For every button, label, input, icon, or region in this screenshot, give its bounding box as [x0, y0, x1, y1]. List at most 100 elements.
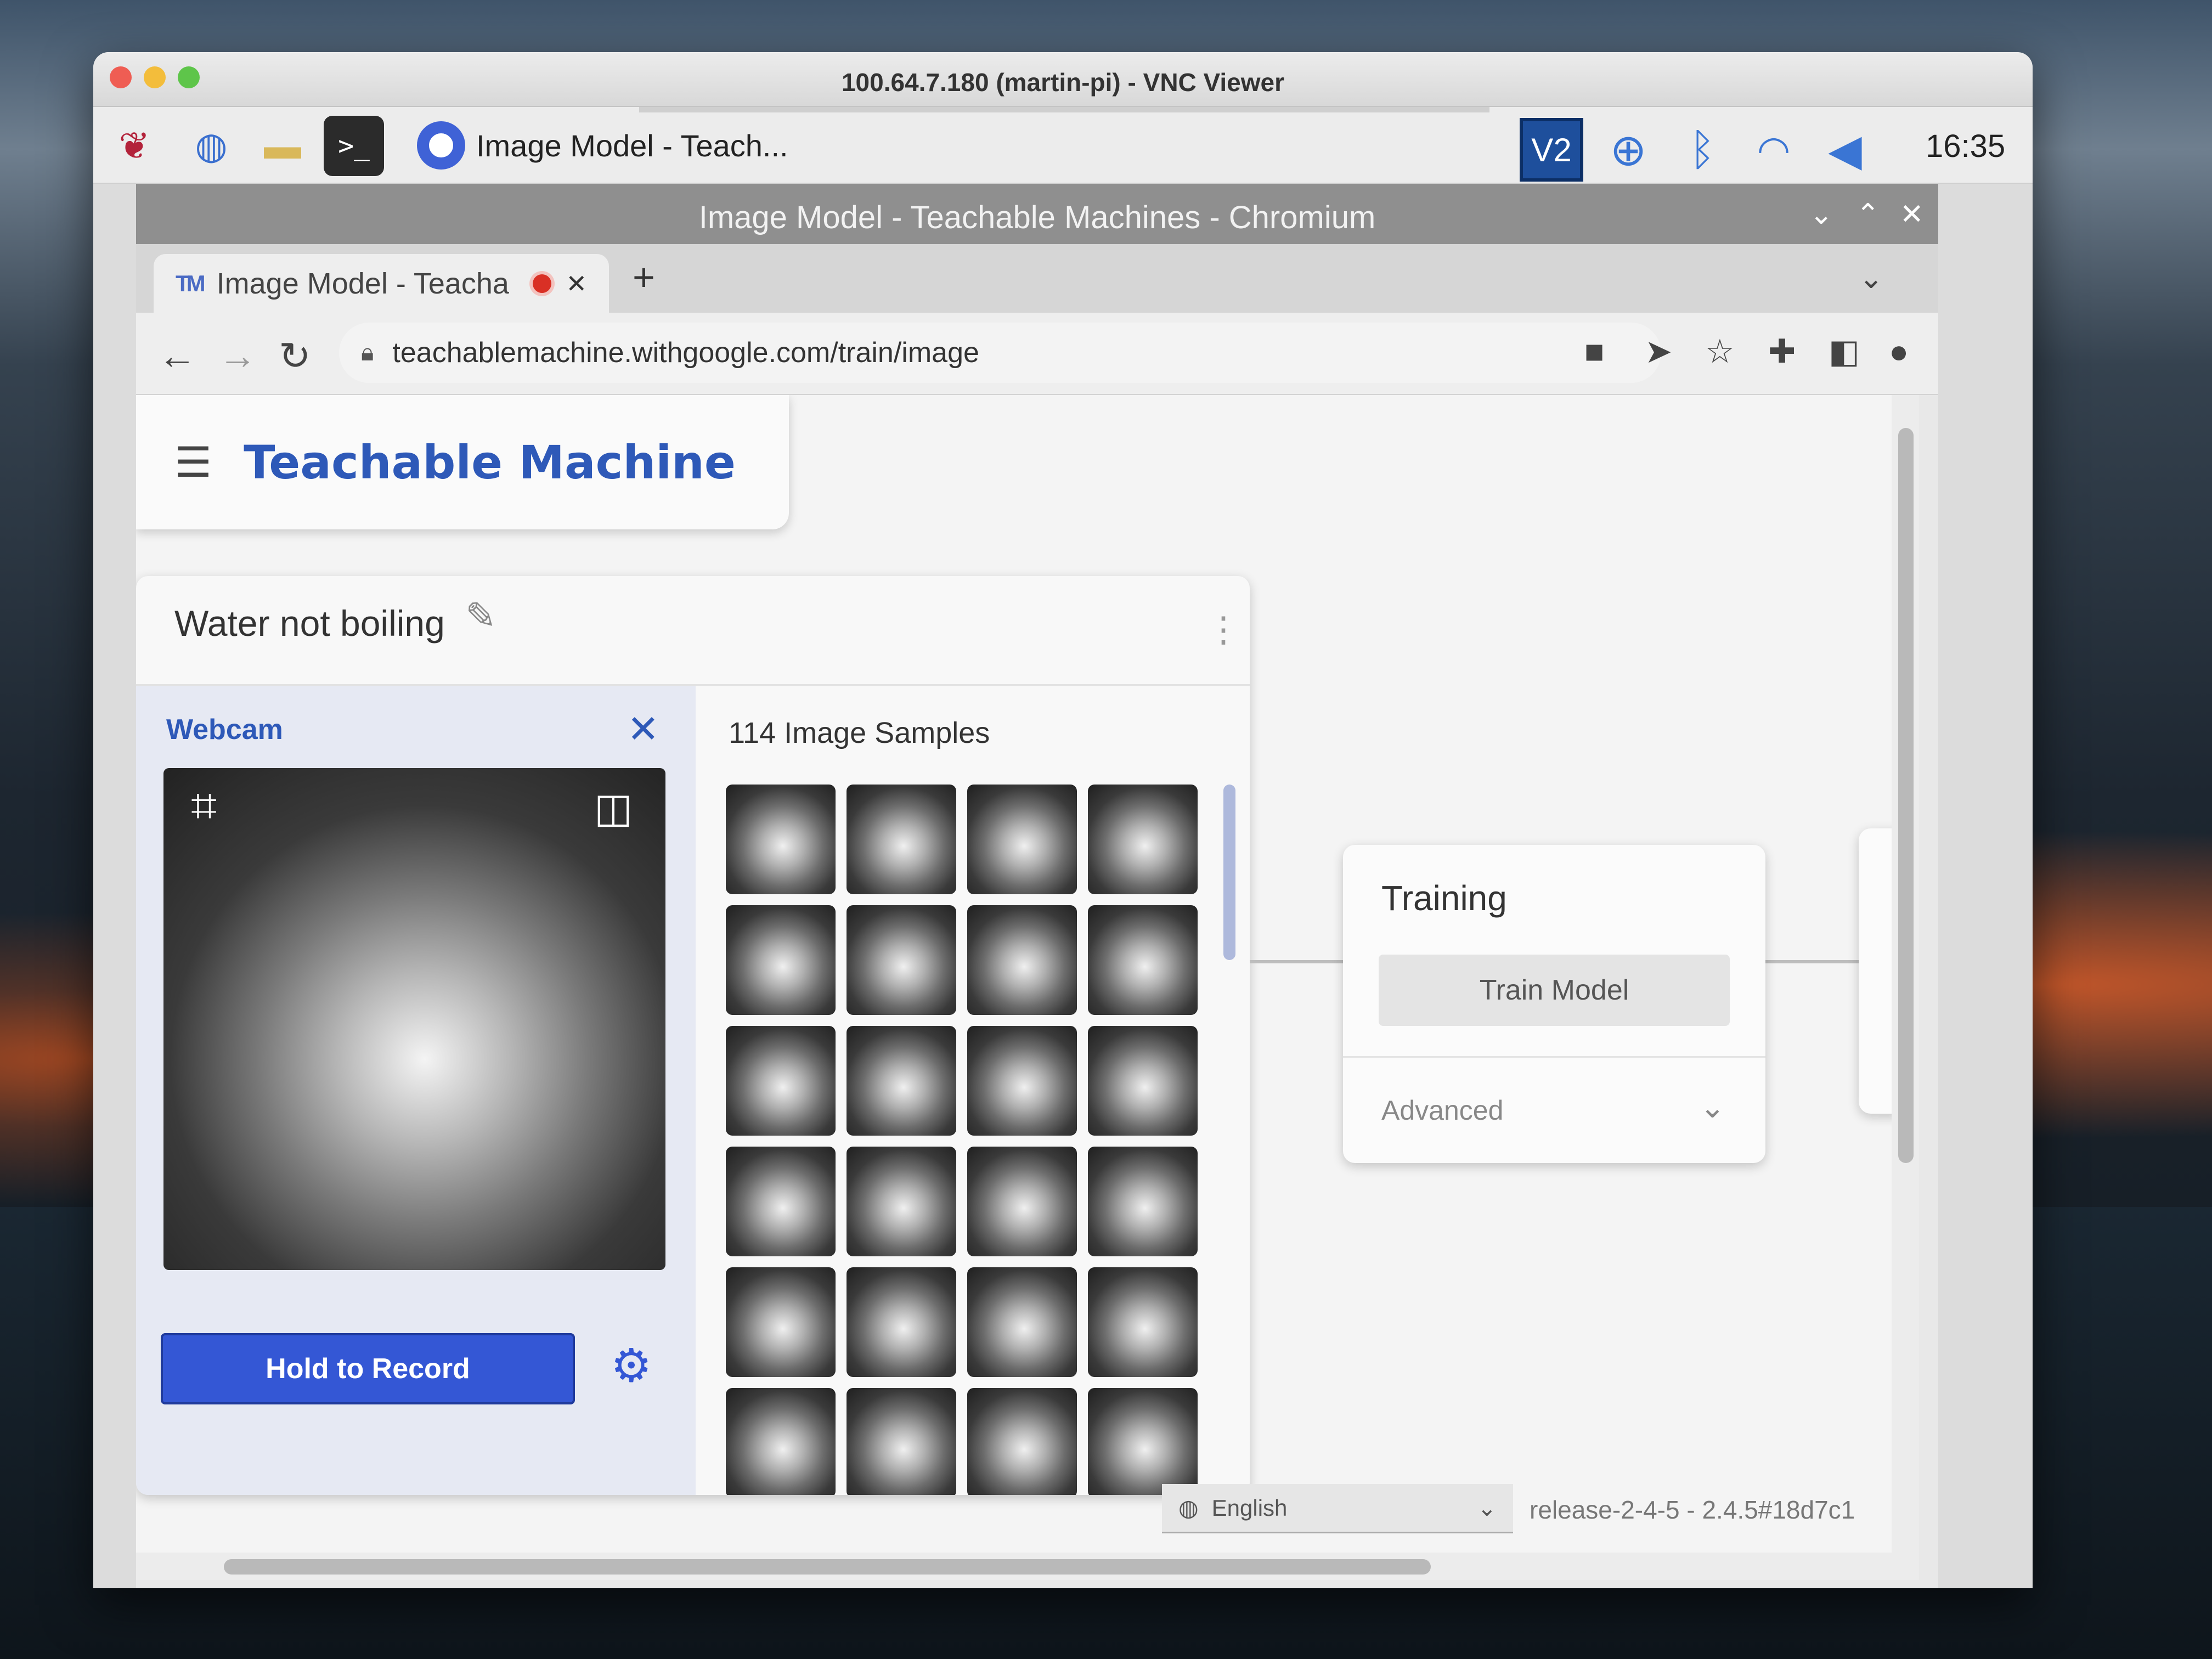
- sample-thumbnail[interactable]: [967, 1026, 1077, 1136]
- sample-thumbnail[interactable]: [1088, 1147, 1198, 1256]
- folder-icon[interactable]: ▬: [252, 116, 313, 176]
- new-tab-button[interactable]: +: [633, 255, 655, 299]
- globe-icon[interactable]: ◍: [181, 116, 241, 176]
- terminal-icon[interactable]: >_: [324, 116, 384, 176]
- connector-line: [1765, 960, 1859, 963]
- close-webcam-icon[interactable]: ✕: [627, 707, 659, 752]
- samples-grid: [726, 785, 1203, 1495]
- chromium-title-bar[interactable]: Image Model - Teachable Machines - Chrom…: [136, 184, 1938, 244]
- star-icon[interactable]: ☆: [1705, 332, 1735, 371]
- chromium-window: Image Model - Teachable Machines - Chrom…: [136, 184, 1938, 1588]
- samples-scrollbar[interactable]: [1223, 785, 1235, 960]
- sample-thumbnail[interactable]: [847, 785, 956, 894]
- taskbar-app-label: Image Model - Teach...: [476, 128, 788, 163]
- extensions-icon[interactable]: ✚: [1768, 332, 1796, 371]
- download-icon[interactable]: ⊕: [1596, 118, 1660, 182]
- advanced-toggle[interactable]: Advanced: [1381, 1094, 1503, 1126]
- train-model-button[interactable]: Train Model: [1379, 955, 1730, 1026]
- language-select[interactable]: ◍ English ⌄: [1162, 1484, 1513, 1533]
- vnc-title-bar[interactable]: 100.64.7.180 (martin-pi) - VNC Viewer: [93, 52, 2033, 107]
- sample-thumbnail[interactable]: [1088, 905, 1198, 1015]
- webcam-label: Webcam: [166, 714, 283, 746]
- close-icon[interactable]: ✕: [1900, 198, 1924, 231]
- class-name[interactable]: Water not boiling: [174, 602, 445, 644]
- tab-title: Image Model - Teacha: [216, 267, 509, 300]
- hold-to-record-button[interactable]: Hold to Record: [161, 1333, 575, 1404]
- sample-thumbnail[interactable]: [967, 1147, 1077, 1256]
- sample-thumbnail[interactable]: [847, 1388, 956, 1495]
- horizontal-scrollbar[interactable]: [136, 1553, 1919, 1580]
- camera-icon[interactable]: ■: [1584, 332, 1604, 370]
- send-icon[interactable]: ➤: [1645, 332, 1672, 371]
- pencil-icon[interactable]: ✎: [465, 595, 496, 638]
- browser-toolbar: ← → ↻ 🔒︎ teachablemachine.withgoogle.com…: [136, 313, 1938, 395]
- horizontal-scrollbar-thumb[interactable]: [224, 1559, 1431, 1575]
- sample-thumbnail[interactable]: [726, 785, 836, 894]
- hamburger-icon[interactable]: ☰: [174, 438, 212, 487]
- address-bar[interactable]: 🔒︎ teachablemachine.withgoogle.com/train…: [339, 323, 1661, 383]
- sample-thumbnail[interactable]: [726, 1147, 836, 1256]
- sample-thumbnail[interactable]: [847, 1026, 956, 1136]
- webcam-preview: ⌗ ◫: [163, 768, 665, 1270]
- sample-thumbnail[interactable]: [1088, 1388, 1198, 1495]
- bluetooth-icon[interactable]: ᛒ: [1671, 118, 1734, 182]
- sample-thumbnail[interactable]: [1088, 1026, 1198, 1136]
- sample-thumbnail[interactable]: [967, 1388, 1077, 1495]
- sample-thumbnail[interactable]: [967, 1267, 1077, 1377]
- language-value: English: [1211, 1494, 1288, 1521]
- chromium-icon: [417, 121, 465, 170]
- chevron-down-icon: ⌄: [1477, 1495, 1497, 1521]
- sample-thumbnail[interactable]: [967, 905, 1077, 1015]
- crop-icon[interactable]: ⌗: [191, 779, 217, 833]
- taskbar-active-bar: [639, 107, 1489, 112]
- chromium-window-title: Image Model - Teachable Machines - Chrom…: [698, 200, 1376, 235]
- reload-icon[interactable]: ↻: [279, 334, 311, 379]
- maximize-icon[interactable]: ⌃: [1856, 198, 1880, 231]
- profile-icon[interactable]: ●: [1889, 332, 1909, 370]
- vnc-window-title: 100.64.7.180 (martin-pi) - VNC Viewer: [841, 68, 1285, 97]
- image-samples-panel: 114 Image Samples: [696, 686, 1250, 1495]
- forward-icon[interactable]: →: [218, 334, 257, 377]
- sample-thumbnail[interactable]: [726, 1388, 836, 1495]
- recording-indicator-icon: [533, 274, 552, 293]
- samples-count-label: 114 Image Samples: [729, 716, 990, 749]
- vnc-icon[interactable]: V2: [1520, 118, 1583, 182]
- volume-icon[interactable]: ◀: [1813, 118, 1877, 182]
- sample-thumbnail[interactable]: [726, 1267, 836, 1377]
- lock-icon[interactable]: 🔒︎: [361, 339, 374, 366]
- app-title[interactable]: Teachable Machine: [244, 436, 736, 489]
- sample-thumbnail[interactable]: [847, 1267, 956, 1377]
- sample-thumbnail[interactable]: [726, 1026, 836, 1136]
- training-card: Training Train Model Advanced ⌄: [1343, 845, 1765, 1163]
- gear-icon[interactable]: ⚙: [611, 1339, 652, 1392]
- tab-teachable-machine[interactable]: TM Image Model - Teacha ✕: [154, 254, 609, 313]
- wifi-icon[interactable]: ◠: [1742, 118, 1805, 182]
- sample-thumbnail[interactable]: [726, 905, 836, 1015]
- sample-thumbnail[interactable]: [847, 905, 956, 1015]
- kebab-icon[interactable]: ⋮: [1206, 609, 1241, 650]
- taskbar-chromium-button[interactable]: Image Model - Teach...: [417, 112, 801, 178]
- tab-search-chevron-icon[interactable]: ⌄: [1859, 261, 1883, 295]
- sample-thumbnail[interactable]: [1088, 785, 1198, 894]
- flip-icon[interactable]: ◫: [594, 785, 633, 832]
- vertical-scrollbar[interactable]: [1892, 395, 1919, 1553]
- class-card-header: Water not boiling ✎ ⋮: [136, 576, 1250, 686]
- sample-thumbnail[interactable]: [967, 785, 1077, 894]
- sidepanel-icon[interactable]: ◧: [1829, 332, 1860, 371]
- minimize-icon[interactable]: ⌄: [1809, 198, 1833, 231]
- class-card: Water not boiling ✎ ⋮ Webcam ✕ ⌗ ◫ Hold …: [136, 576, 1250, 1495]
- raspberry-pi-icon[interactable]: ❦: [104, 116, 165, 176]
- vnc-viewer-window: 100.64.7.180 (martin-pi) - VNC Viewer ❦ …: [93, 52, 2033, 1588]
- sample-thumbnail[interactable]: [847, 1147, 956, 1256]
- sample-thumbnail[interactable]: [1088, 1267, 1198, 1377]
- globe-small-icon: ◍: [1178, 1495, 1199, 1521]
- vertical-scrollbar-thumb[interactable]: [1898, 428, 1914, 1163]
- chevron-down-icon[interactable]: ⌄: [1700, 1089, 1725, 1125]
- back-icon[interactable]: ←: [158, 334, 196, 377]
- app-header: ☰ Teachable Machine: [136, 395, 789, 529]
- url-text: teachablemachine.withgoogle.com/train/im…: [392, 337, 979, 369]
- divider: [1343, 1056, 1765, 1058]
- tab-favicon: TM: [176, 270, 206, 296]
- tab-close-icon[interactable]: ✕: [566, 269, 587, 298]
- clock[interactable]: 16:35: [1926, 128, 2005, 165]
